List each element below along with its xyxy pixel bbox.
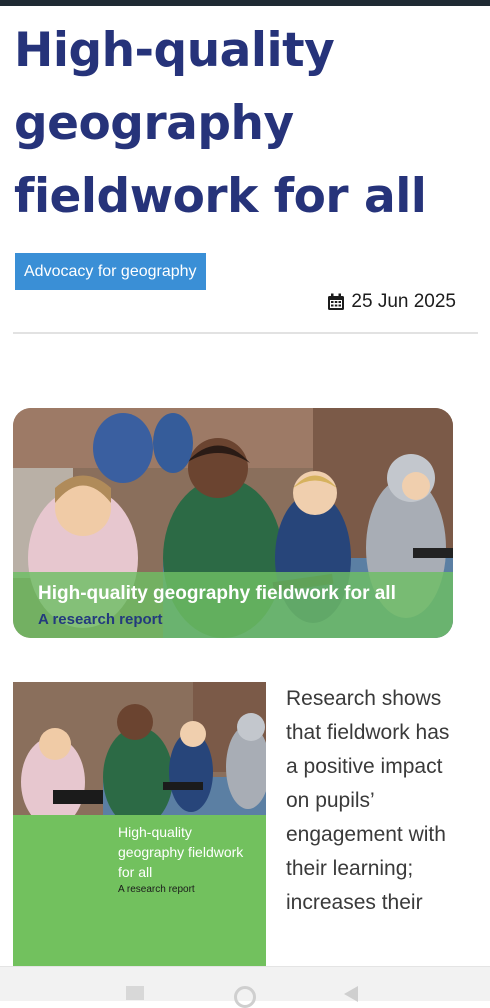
page-title: High-quality geography fieldwork for all — [14, 23, 427, 224]
hero-title: High-quality geography fieldwork for all — [38, 583, 396, 604]
cover-title: High-quality geography fieldwork for all — [118, 824, 244, 880]
publish-date-text: 25 Jun 2025 — [351, 291, 456, 312]
divider — [13, 332, 478, 334]
hero-caption-band — [13, 572, 453, 638]
calendar-icon — [328, 293, 345, 310]
system-navigation-bar — [0, 966, 490, 1008]
publish-date: 25 Jun 2025 — [327, 291, 456, 313]
hero-subtitle: A research report — [38, 611, 163, 628]
article-body-text: Research shows that fieldwork has a posi… — [286, 687, 450, 914]
report-cover[interactable]: High-quality geography fieldwork for all… — [13, 682, 266, 972]
category-tag[interactable]: Advocacy for geography — [15, 253, 206, 290]
cover-photo — [13, 682, 266, 816]
recent-apps-icon[interactable] — [126, 986, 144, 1000]
cover-subtitle: A research report — [118, 884, 195, 895]
hero-banner[interactable]: High-quality geography fieldwork for all… — [13, 408, 453, 638]
status-bar-strip — [0, 0, 490, 6]
home-icon[interactable] — [234, 986, 256, 1008]
